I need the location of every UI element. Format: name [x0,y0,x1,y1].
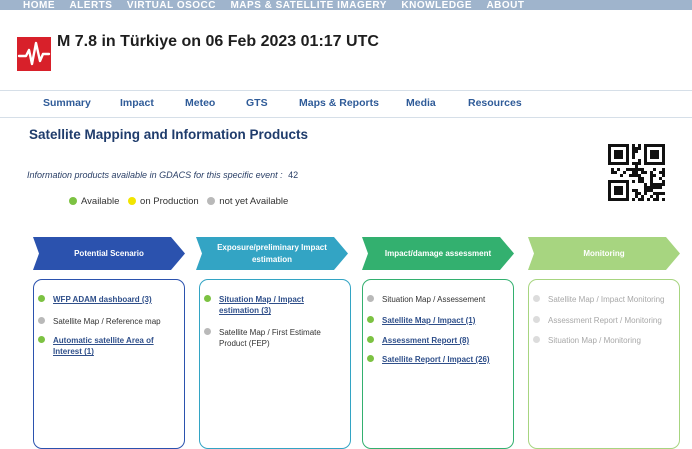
panel-exposure: Situation Map / Impact estimation (3) Sa… [199,279,351,449]
green-dot-icon [69,197,77,205]
panel-monitoring: Satellite Map / Impact Monitoring Assess… [528,279,680,449]
top-nav-home[interactable]: HOME [23,0,55,10]
not-available-dot-icon [533,336,540,343]
page-title: M 7.8 in Türkiye on 06 Feb 2023 01:17 UT… [57,33,379,50]
legend-available: Available [69,196,119,207]
yellow-dot-icon [128,197,137,205]
available-dot-icon [367,316,374,323]
earthquake-alert-icon [17,37,51,71]
products-count: 42 [288,170,299,180]
tab-summary[interactable]: Summary [43,97,91,109]
product-link-wfp-adam[interactable]: WFP ADAM dashboard (3) [53,294,183,305]
tab-gts[interactable]: GTS [246,97,268,109]
event-tabs: Summary Impact Meteo GTS Maps & Reports … [0,90,692,118]
status-legend: Available on Production not yet Availabl… [69,196,294,207]
product-first-estimate: Satellite Map / First Estimate Product (… [219,328,321,349]
product-situation-assessment: Situation Map / Assessement [382,295,486,304]
column-header-exposure: Exposure/preliminary Impact estimation [196,237,348,270]
column-title-exposure: Exposure/preliminary Impact estimation [217,242,327,264]
top-nav-maps-satellite[interactable]: MAPS & SATELLITE IMAGERY [230,0,386,10]
products-info: Information products available in GDACS … [27,170,298,180]
legend-not-available: not yet Available [207,196,288,207]
products-info-text: Information products available in GDACS … [27,170,283,180]
not-available-dot-icon [533,316,540,323]
panel-impact-assessment: Situation Map / Assessement Satellite Ma… [362,279,514,449]
available-dot-icon [367,336,374,343]
product-link-assessment-report[interactable]: Assessment Report (8) [382,335,512,346]
legend-on-production: on Production [128,196,199,207]
column-title-impact-assessment: Impact/damage assessment [384,248,492,258]
top-navigation-bar: HOME ALERTS VIRTUAL OSOCC MAPS & SATELLI… [0,0,692,10]
tab-maps-reports[interactable]: Maps & Reports [299,97,379,109]
product-reference-map: Satellite Map / Reference map [53,317,161,326]
tab-media[interactable]: Media [406,97,436,109]
top-nav-virtual-osocc[interactable]: VIRTUAL OSOCC [127,0,216,10]
top-nav-alerts[interactable]: ALERTS [69,0,112,10]
top-nav-about[interactable]: ABOUT [486,0,524,10]
available-dot-icon [204,295,211,302]
product-link-impact-estimation[interactable]: Situation Map / Impact estimation (3) [219,294,331,316]
column-header-impact-assessment: Impact/damage assessment [362,237,514,270]
legend-available-label: Available [81,196,120,207]
not-available-dot-icon [204,328,211,335]
available-dot-icon [38,295,45,302]
section-title: Satellite Mapping and Information Produc… [29,127,309,142]
column-title-monitoring: Monitoring [583,248,625,258]
not-available-dot-icon [533,295,540,302]
column-header-monitoring: Monitoring [528,237,680,270]
column-title-potential-scenario: Potential Scenario [74,248,144,258]
legend-on-production-label: on Production [140,196,199,207]
qr-code-icon[interactable] [608,141,665,204]
event-header: M 7.8 in Türkiye on 06 Feb 2023 01:17 UT… [0,10,692,90]
grey-dot-icon [207,197,216,205]
product-report-monitoring: Assessment Report / Monitoring [548,316,662,325]
tab-resources[interactable]: Resources [468,97,522,109]
column-header-potential-scenario: Potential Scenario [33,237,185,270]
product-link-area-of-interest[interactable]: Automatic satellite Area of Interest (1) [53,335,171,357]
panel-potential-scenario: WFP ADAM dashboard (3) Satellite Map / R… [33,279,185,449]
product-link-satellite-report[interactable]: Satellite Report / Impact (26) [382,354,512,365]
not-available-dot-icon [38,317,45,324]
product-link-satellite-impact[interactable]: Satellite Map / Impact (1) [382,315,512,326]
product-situation-monitoring: Situation Map / Monitoring [548,336,641,345]
tab-meteo[interactable]: Meteo [185,97,215,109]
top-nav-knowledge[interactable]: KNOWLEDGE [401,0,472,10]
available-dot-icon [38,336,45,343]
legend-not-available-label: not yet Available [219,196,289,207]
available-dot-icon [367,355,374,362]
tab-impact[interactable]: Impact [120,97,154,109]
product-impact-monitoring: Satellite Map / Impact Monitoring [548,295,665,304]
not-available-dot-icon [367,295,374,302]
